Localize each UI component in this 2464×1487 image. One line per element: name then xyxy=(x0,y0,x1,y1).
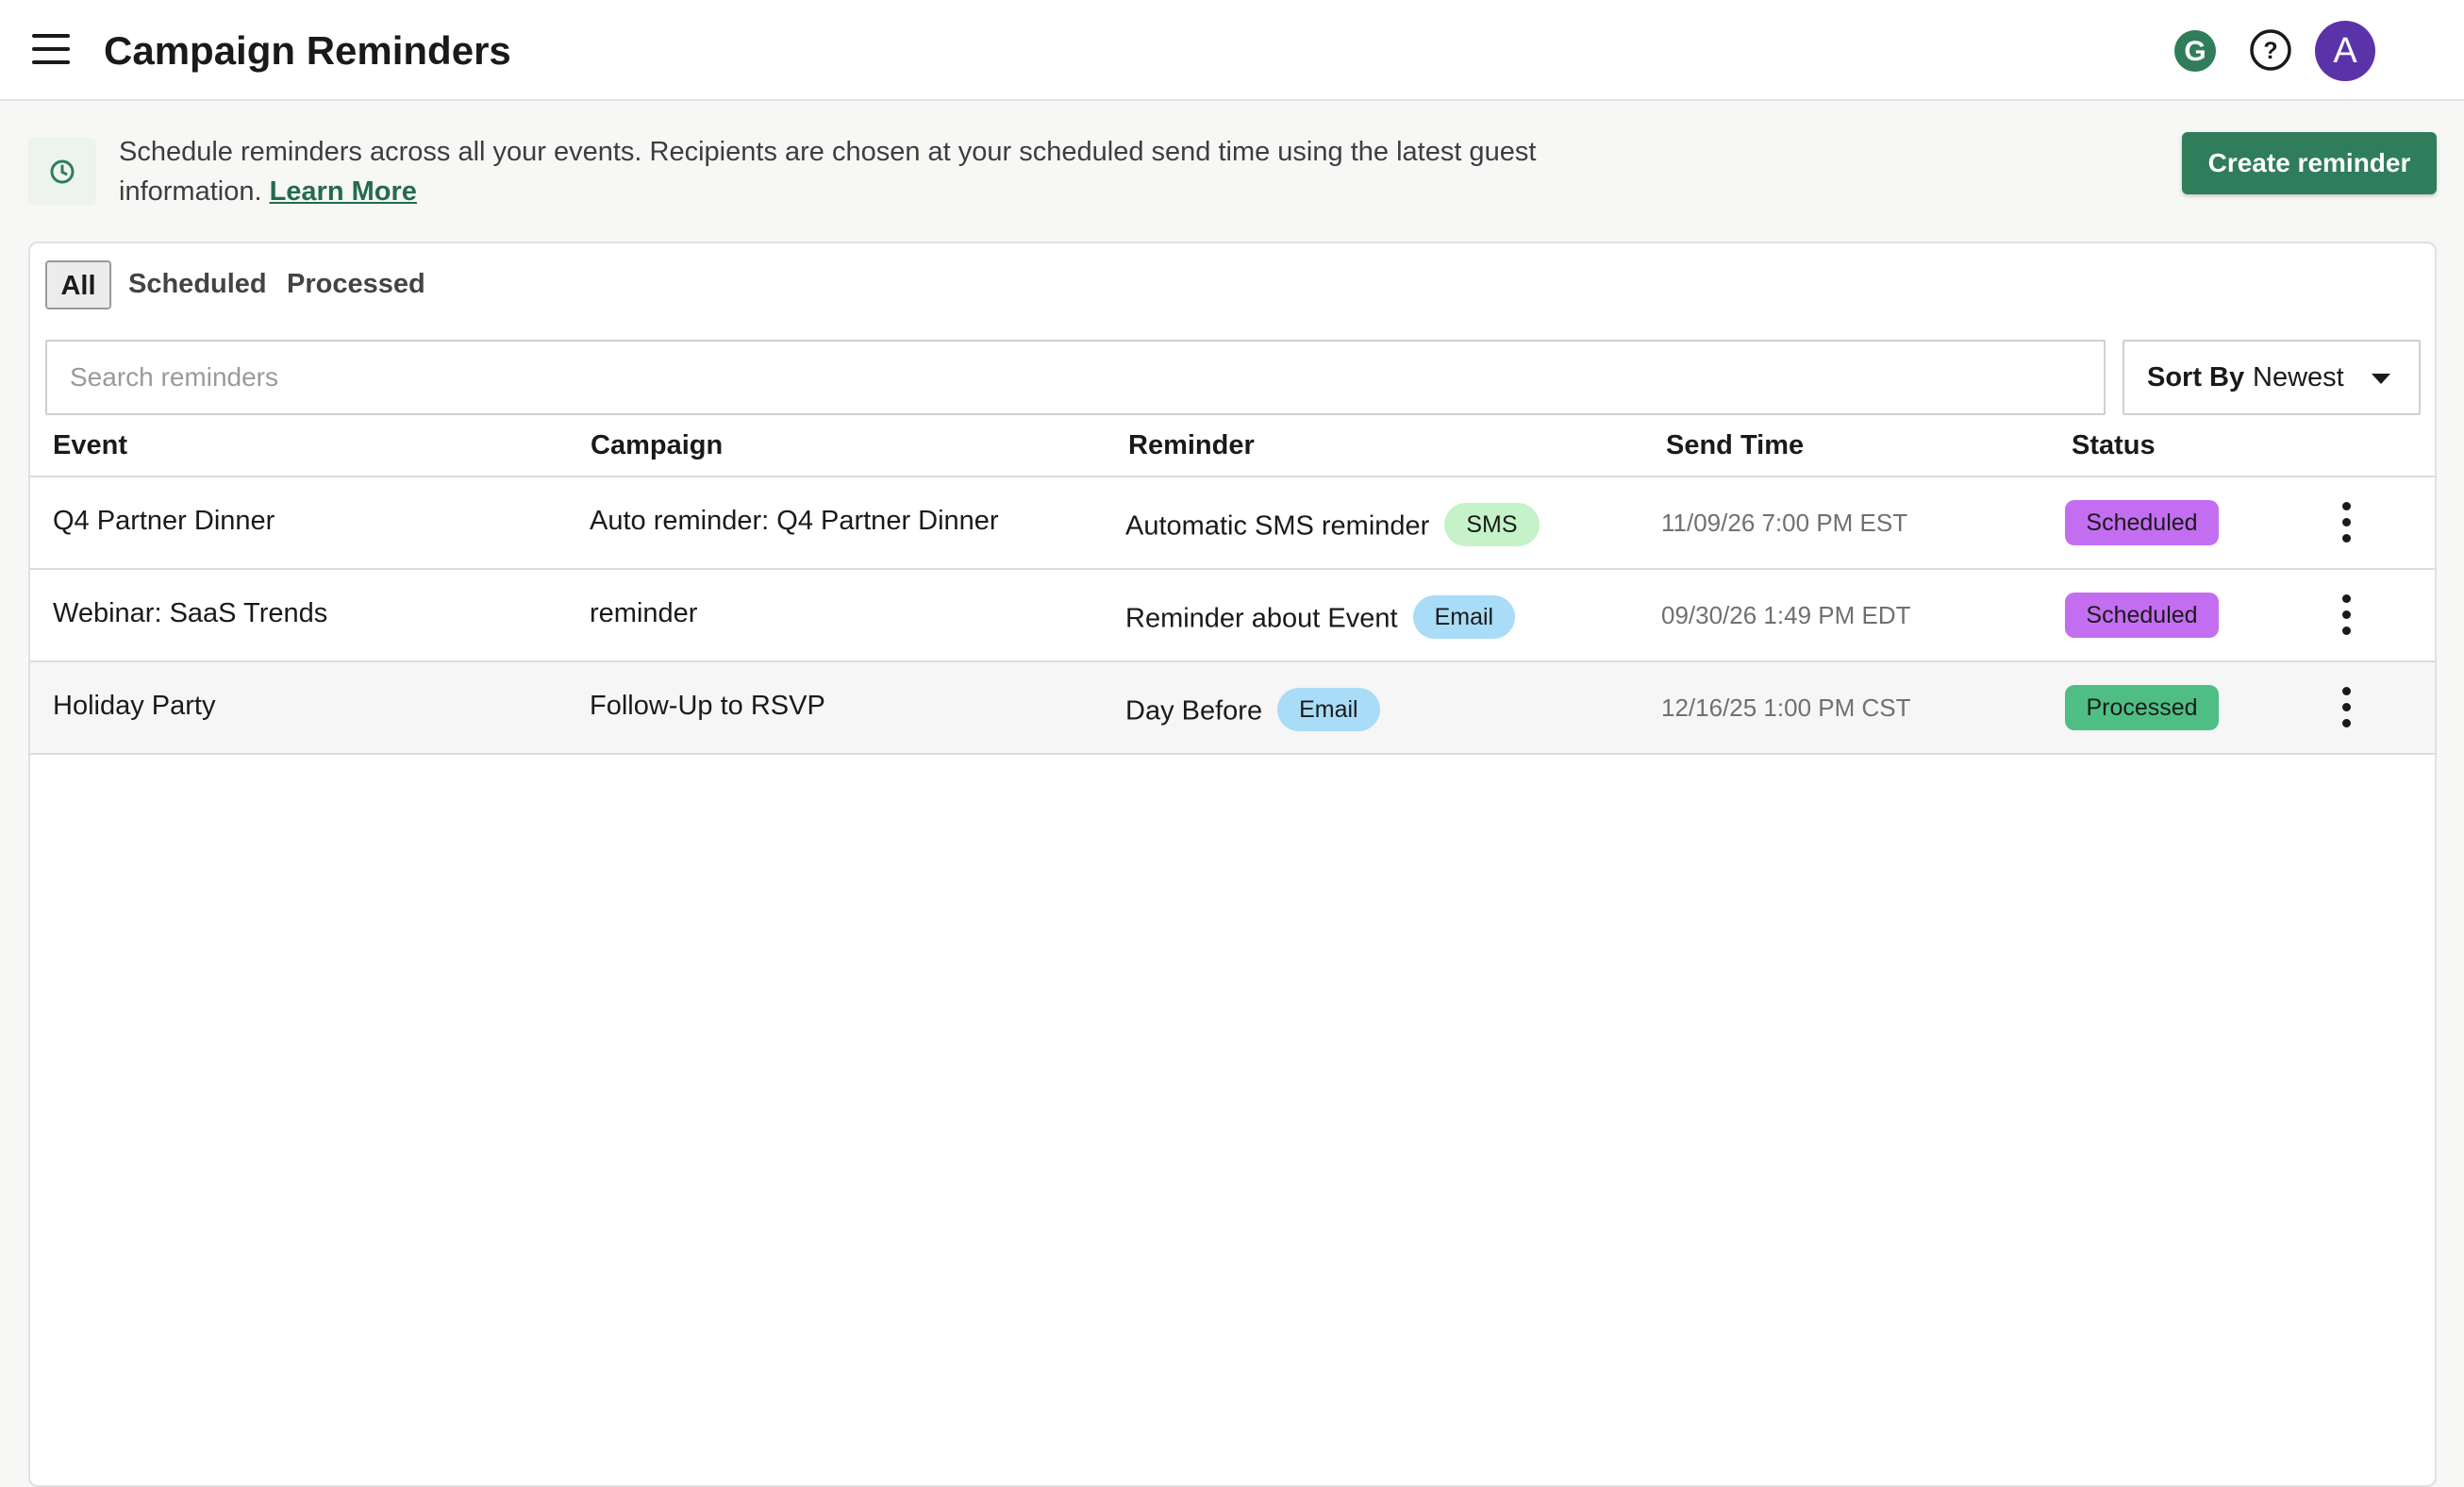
campaign-cell: Follow-Up to RSVP xyxy=(590,691,825,721)
help-symbol: ? xyxy=(2263,38,2277,64)
reminder-name: Automatic SMS reminder xyxy=(1125,510,1430,542)
tab-processed[interactable]: Processed xyxy=(287,260,425,309)
help-icon[interactable]: ? xyxy=(2249,28,2292,72)
top-bar: Campaign Reminders G ? A xyxy=(0,0,2464,101)
reminder-cell: Day Before Email xyxy=(1125,688,1380,734)
tab-all[interactable]: All xyxy=(45,260,111,309)
column-header-campaign[interactable]: Campaign xyxy=(591,430,723,461)
sort-label: Sort By xyxy=(2147,362,2245,393)
reminder-cell: Reminder about Event Email xyxy=(1125,595,1516,642)
more-vert-icon[interactable] xyxy=(2334,687,2358,728)
page-title: Campaign Reminders xyxy=(104,28,511,73)
event-cell: Q4 Partner Dinner xyxy=(53,506,275,536)
event-cell: Holiday Party xyxy=(53,691,216,721)
learn-more-link[interactable]: Learn More xyxy=(270,176,417,207)
send-time-cell: 11/09/26 7:00 PM EST xyxy=(1661,509,1908,537)
more-vert-icon[interactable] xyxy=(2334,502,2358,543)
grammarly-icon[interactable]: G xyxy=(2173,28,2218,74)
reminder-name: Reminder about Event xyxy=(1125,603,1398,634)
table-row[interactable]: Holiday Party Follow-Up to RSVP Day Befo… xyxy=(30,662,2435,755)
caret-down-icon xyxy=(2372,374,2390,384)
reminder-cell: Automatic SMS reminder SMS xyxy=(1125,503,1540,549)
channel-badge: Email xyxy=(1412,595,1516,639)
table-row[interactable]: Webinar: SaaS Trends reminder Reminder a… xyxy=(30,570,2435,662)
create-reminder-button[interactable]: Create reminder xyxy=(2182,132,2437,194)
send-time-cell: 09/30/26 1:49 PM EDT xyxy=(1661,601,1911,629)
table-row[interactable]: Q4 Partner Dinner Auto reminder: Q4 Part… xyxy=(30,477,2435,570)
column-header-send-time[interactable]: Send Time xyxy=(1666,430,1804,461)
search-input[interactable] xyxy=(45,340,2106,415)
sort-dropdown[interactable]: Sort By Newest xyxy=(2123,340,2421,415)
status-badge: Scheduled xyxy=(2065,593,2219,638)
clock-icon xyxy=(28,138,96,206)
status-badge: Scheduled xyxy=(2065,500,2219,545)
status-badge: Processed xyxy=(2065,685,2219,730)
column-header-status[interactable]: Status xyxy=(2072,430,2156,461)
reminder-name: Day Before xyxy=(1125,695,1263,727)
grammarly-letter: G xyxy=(2184,36,2206,67)
column-header-event[interactable]: Event xyxy=(53,430,127,461)
channel-badge: SMS xyxy=(1444,503,1540,546)
avatar[interactable]: A xyxy=(2315,21,2375,81)
tab-scheduled[interactable]: Scheduled xyxy=(128,260,267,309)
campaign-cell: Auto reminder: Q4 Partner Dinner xyxy=(590,506,999,536)
info-banner-text: Schedule reminders across all your event… xyxy=(119,132,1590,211)
reminders-panel: All Scheduled Processed Sort By Newest E… xyxy=(28,242,2437,1487)
column-header-reminder[interactable]: Reminder xyxy=(1128,430,1255,461)
sort-value: Newest xyxy=(2253,362,2344,393)
campaign-cell: reminder xyxy=(590,598,698,628)
channel-badge: Email xyxy=(1277,688,1380,731)
event-cell: Webinar: SaaS Trends xyxy=(53,598,328,628)
more-vert-icon[interactable] xyxy=(2334,594,2358,636)
send-time-cell: 12/16/25 1:00 PM CST xyxy=(1661,693,1911,722)
menu-icon[interactable] xyxy=(32,34,70,64)
